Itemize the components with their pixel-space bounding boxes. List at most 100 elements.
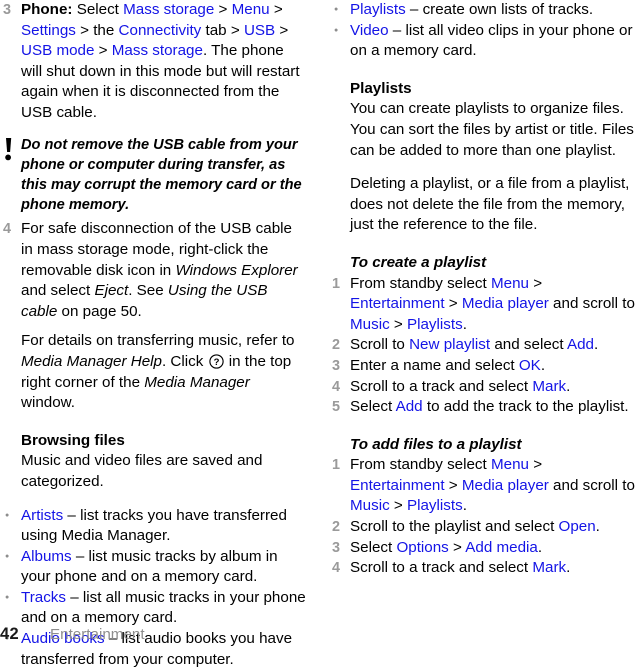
text-run: . See <box>128 282 168 300</box>
ui-term-new-playlist[interactable]: New playlist <box>409 336 490 353</box>
page-reference: on page 50. <box>57 302 142 320</box>
ui-term-media-player[interactable]: Media player <box>462 295 549 312</box>
svg-text:?: ? <box>213 357 219 368</box>
ui-term-usb-mode[interactable]: USB mode <box>21 42 94 59</box>
text-run: . Click <box>161 352 208 370</box>
separator: > <box>214 1 232 18</box>
command-eject: Eject <box>94 282 129 300</box>
step-number: 3 <box>3 2 12 18</box>
ui-term-entertainment[interactable]: Entertainment <box>350 477 445 494</box>
list-item: Albums – list music tracks by album in y… <box>0 547 307 588</box>
ui-term-artists[interactable]: Artists <box>21 507 63 524</box>
app-name-media-manager: Media Manager <box>144 373 250 391</box>
warning-text: Do not remove the USB cable from your ph… <box>21 136 302 214</box>
ui-term-ok[interactable]: OK <box>519 357 541 374</box>
ui-term-music[interactable]: Music <box>350 497 390 514</box>
left-column: 3 Phone: Select Mass storage > Menu > Se… <box>0 0 307 668</box>
separator: > <box>528 456 543 474</box>
bullet-icon <box>0 506 21 527</box>
ui-term-menu[interactable]: Menu <box>491 456 529 473</box>
ui-term-settings[interactable]: Settings <box>21 22 76 39</box>
ui-term-playlists[interactable]: Playlists <box>350 1 406 18</box>
text-run: and select <box>21 282 95 300</box>
ui-term-tracks[interactable]: Tracks <box>21 589 66 606</box>
app-name-windows-explorer: Windows Explorer <box>175 261 298 279</box>
ui-term-entertainment[interactable]: Entertainment <box>350 295 445 312</box>
step-item: 4 For safe disconnection of the USB cabl… <box>0 219 307 322</box>
ui-term-menu[interactable]: Menu <box>491 275 529 292</box>
ui-term-add[interactable]: Add <box>567 336 594 353</box>
text-run: tab > <box>201 21 244 39</box>
text-run: Select <box>72 1 124 18</box>
step-item: 2 Scroll to the playlist and select Open… <box>329 517 636 538</box>
ui-term-music[interactable]: Music <box>350 316 390 333</box>
ui-term-mass-storage-2[interactable]: Mass storage <box>112 42 203 59</box>
step-text: Scroll to the playlist and select Open. <box>350 517 636 538</box>
separator: > <box>448 538 466 556</box>
text-run: Scroll to the playlist and select <box>350 518 559 536</box>
list-item: Tracks – list all music tracks in your p… <box>0 588 307 629</box>
text-run: – create own lists of tracks. <box>405 1 594 18</box>
separator: > <box>94 42 112 60</box>
step-number: 3 <box>332 539 341 556</box>
step-number: 1 <box>332 457 341 474</box>
bullet-icon <box>0 588 21 609</box>
text-run: and select <box>490 336 567 354</box>
text-run: . <box>462 497 467 515</box>
playlists-body-2: Deleting a playlist, or a file from a pl… <box>350 175 630 234</box>
playlists-block: Playlists You can create playlists to or… <box>350 79 636 161</box>
browsing-files-block: Browsing files Music and video files are… <box>21 431 307 493</box>
ui-term-mass-storage[interactable]: Mass storage <box>123 1 214 18</box>
page-footer: 42 Entertainment <box>0 625 145 644</box>
step-text: Select Options > Add media. <box>350 538 636 559</box>
step-number: 4 <box>3 221 12 238</box>
ui-term-add-media[interactable]: Add media <box>465 539 538 556</box>
ui-term-open[interactable]: Open <box>559 518 596 535</box>
text-run: From standby select <box>350 274 491 292</box>
list-item: Video – list all video clips in your pho… <box>329 21 636 62</box>
separator: > <box>389 315 407 333</box>
ui-term-media-player[interactable]: Media player <box>462 477 549 494</box>
ui-term-usb[interactable]: USB <box>244 22 275 39</box>
ui-term-playlists[interactable]: Playlists <box>407 497 463 514</box>
step-item: 5 Select Add to add the track to the pla… <box>329 397 636 418</box>
list-item-text: Playlists – create own lists of tracks. <box>350 0 636 21</box>
list-item-text: Video – list all video clips in your pho… <box>350 21 636 62</box>
step-number: 1 <box>332 275 341 292</box>
step-number: 4 <box>332 378 341 395</box>
ui-term-options[interactable]: Options <box>396 539 448 556</box>
list-item: Artists – list tracks you have transferr… <box>0 506 307 547</box>
ui-term-video[interactable]: Video <box>350 22 389 39</box>
ui-term-menu[interactable]: Menu <box>232 1 270 18</box>
text-run: Select <box>350 538 397 556</box>
separator: > <box>275 21 289 39</box>
text-run: > the <box>75 21 119 39</box>
ui-term-mark[interactable]: Mark <box>532 559 566 576</box>
step-text: Scroll to New playlist and select Add. <box>350 335 636 356</box>
heading-to-create-playlist: To create a playlist <box>350 253 487 271</box>
ui-term-albums[interactable]: Albums <box>21 548 72 565</box>
step-text: Enter a name and select OK. <box>350 356 636 377</box>
heading-browsing-files: Browsing files <box>21 431 125 449</box>
heading-to-add-files: To add files to a playlist <box>350 435 522 453</box>
text-run: Select <box>350 398 396 416</box>
step-item: 2 Scroll to New playlist and select Add. <box>329 335 636 356</box>
text-run: Scroll to a track and select <box>350 559 533 577</box>
exclamation-icon <box>0 135 21 163</box>
step-item: 3 Enter a name and select OK. <box>329 356 636 377</box>
ui-term-mark[interactable]: Mark <box>532 378 566 395</box>
page-number: 42 <box>0 625 19 643</box>
step-text: Scroll to a track and select Mark. <box>350 558 636 579</box>
text-run: and scroll to <box>548 295 635 313</box>
browsing-files-body: Music and video files are saved and cate… <box>21 452 263 490</box>
manual-page: 3 Phone: Select Mass storage > Menu > Se… <box>0 0 636 668</box>
ui-term-connectivity[interactable]: Connectivity <box>119 22 202 39</box>
help-question-icon[interactable]: ? <box>208 354 224 369</box>
text-run: . <box>566 377 571 395</box>
ui-term-playlists[interactable]: Playlists <box>407 316 463 333</box>
text-run: . <box>540 356 546 374</box>
ui-term-add[interactable]: Add <box>396 398 423 415</box>
step-text: Select Add to add the track to the playl… <box>350 397 636 418</box>
